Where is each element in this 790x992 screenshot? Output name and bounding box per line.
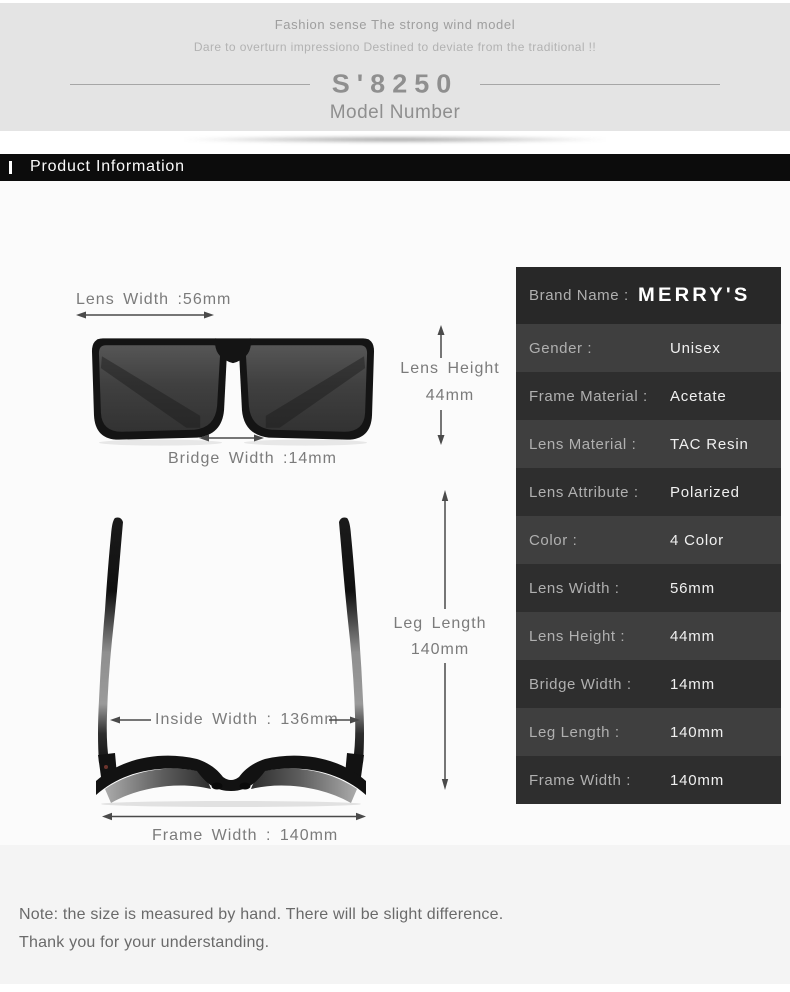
leg-length-value: 140mm [410, 641, 470, 658]
spec-label: Leg Length : [529, 723, 620, 741]
bar-tick-mark [9, 161, 12, 174]
model-number-row: S'8250 [0, 69, 790, 100]
spec-row-lens-material: Lens Material : TAC Resin [516, 420, 781, 468]
frame-width-label: Frame Width : 140mm [152, 827, 339, 844]
spec-value: 140mm [670, 723, 725, 741]
spec-row-leg-length: Leg Length : 140mm [516, 708, 781, 756]
spec-label: Bridge Width : [529, 675, 632, 693]
product-information-bar: Product Information [0, 154, 790, 181]
spec-row-gender: Gender : Unisex [516, 324, 781, 372]
sunglasses-front-image [91, 338, 375, 446]
spec-label: Lens Height : [529, 627, 626, 645]
spec-table: Brand Name : MERRY'S Gender : Unisex Fra… [516, 267, 781, 804]
spec-row-color: Color : 4 Color [516, 516, 781, 564]
spec-row-lens-height: Lens Height : 44mm [516, 612, 781, 660]
bridge-width-arrow [199, 433, 264, 443]
spec-value: Polarized [670, 483, 740, 501]
spec-row-frame-width: Frame Width : 140mm [516, 756, 781, 804]
spec-label: Lens Attribute : [529, 483, 639, 501]
section-title: Product Information [30, 158, 185, 175]
lens-width-label: Lens Width :56mm [76, 291, 232, 308]
leg-length-arrow-up [440, 490, 450, 609]
header-banner: Fashion sense The strong wind model Dare… [0, 3, 790, 131]
brand-logo: MERRY'S [637, 284, 751, 306]
spec-label: Lens Width : [529, 579, 620, 597]
lens-height-arrow-up [436, 325, 446, 358]
leg-length-label: Leg Length [393, 615, 487, 632]
spec-label: Frame Width : [529, 771, 631, 789]
spec-row-brand: Brand Name : MERRY'S [516, 267, 781, 324]
spec-row-frame-material: Frame Material : Acetate [516, 372, 781, 420]
spec-value: 56mm [670, 579, 715, 597]
spec-label: Color : [529, 531, 578, 549]
inside-width-arrow-right [329, 715, 360, 725]
header-tagline-2: Dare to overturn impressiono Destined to… [193, 40, 597, 54]
spec-value: 44mm [670, 627, 715, 645]
spec-label: Frame Material : [529, 387, 648, 405]
spec-label: Lens Material : [529, 435, 637, 453]
model-number: S'8250 [331, 69, 459, 99]
spec-label: Gender : [529, 339, 593, 357]
spec-value: 4 Color [670, 531, 724, 549]
note-line-2: Thank you for your understanding. [19, 934, 270, 951]
spec-row-bridge-width: Bridge Width : 14mm [516, 660, 781, 708]
header-tagline-1: Fashion sense The strong wind model [274, 17, 516, 32]
spec-label: Brand Name : [529, 287, 629, 304]
spec-value: Unisex [670, 339, 721, 357]
spec-value: 14mm [670, 675, 715, 693]
spec-row-lens-width: Lens Width : 56mm [516, 564, 781, 612]
lens-height-label: Lens Height [400, 360, 500, 377]
lens-height-arrow-down [436, 410, 446, 445]
frame-width-arrow [102, 811, 366, 822]
model-number-caption: Model Number [329, 102, 461, 123]
inside-width-label: Inside Width : 136mm [155, 711, 339, 728]
product-information-page: Fashion sense The strong wind model Dare… [0, 0, 790, 992]
spec-value: TAC Resin [670, 435, 749, 453]
spec-value: 140mm [670, 771, 725, 789]
bridge-width-label: Bridge Width :14mm [168, 450, 337, 467]
sunglasses-top-view-image [96, 517, 366, 807]
inside-width-arrow-left [110, 715, 151, 725]
leg-length-arrow-down [440, 663, 450, 790]
note-line-1: Note: the size is measured by hand. Ther… [19, 906, 504, 923]
divider-line-right [480, 84, 721, 85]
divider-line-left [69, 84, 310, 85]
lens-width-arrow [76, 310, 214, 320]
lens-height-value: 44mm [425, 387, 475, 404]
spec-value: Acetate [670, 387, 727, 405]
header-drop-shadow [95, 135, 695, 144]
spec-row-lens-attribute: Lens Attribute : Polarized [516, 468, 781, 516]
